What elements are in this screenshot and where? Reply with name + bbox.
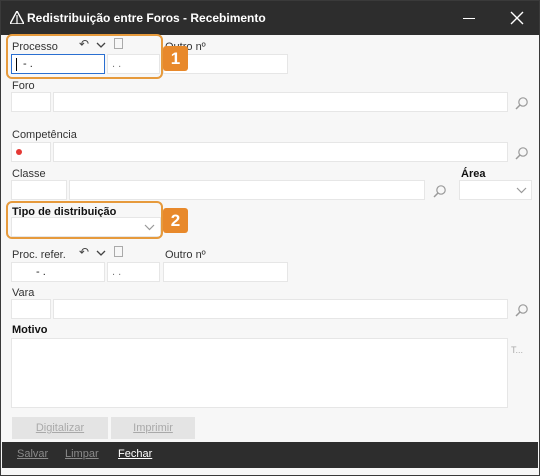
classe-label: Classe xyxy=(12,168,46,180)
competencia-name-input[interactable] xyxy=(53,142,508,162)
callout-box-1 xyxy=(6,34,163,79)
close-button[interactable] xyxy=(495,1,539,35)
vara-code-input[interactable] xyxy=(11,299,51,319)
vara-search-icon[interactable] xyxy=(515,303,529,317)
window-title: Redistribuição entre Foros - Recebimento xyxy=(27,11,266,25)
digitalizar-button[interactable]: Digitalizar xyxy=(12,417,108,439)
limpar-button[interactable]: Limpar xyxy=(65,448,99,460)
bottom-toolbar: Salvar Limpar Fechar xyxy=(2,442,538,468)
foro-search-icon[interactable] xyxy=(515,96,529,110)
motivo-textarea[interactable] xyxy=(11,338,508,408)
app-logo-icon xyxy=(10,11,24,24)
minimize-button[interactable] xyxy=(449,1,495,35)
area-select[interactable] xyxy=(459,180,532,200)
title-bar: Redistribuição entre Foros - Recebimento xyxy=(1,1,539,35)
proc-refer-undo-icon[interactable]: ↶ xyxy=(79,245,89,259)
vara-label: Vara xyxy=(12,287,35,299)
proc-refer-input[interactable]: - . xyxy=(11,262,105,282)
competencia-label: Competência xyxy=(12,129,77,141)
proc-refer-info-icon xyxy=(114,246,123,257)
close-icon xyxy=(510,11,524,25)
area-label: Área xyxy=(461,168,486,180)
salvar-button[interactable]: Salvar xyxy=(17,448,48,460)
foro-name-input[interactable] xyxy=(53,92,508,112)
classe-code-input[interactable] xyxy=(11,180,67,200)
imprimir-button[interactable]: Imprimir xyxy=(111,417,195,439)
competencia-code-input[interactable] xyxy=(11,142,51,162)
foro-label: Foro xyxy=(12,80,35,92)
proc-refer-chevron-down-icon[interactable] xyxy=(96,249,106,257)
classe-name-input[interactable] xyxy=(69,180,425,200)
callout-badge-2: 2 xyxy=(163,208,188,233)
redistribution-window: Redistribuição entre Foros - Recebimento… xyxy=(0,0,540,476)
proc-refer-suffix-input[interactable]: . . xyxy=(107,262,160,282)
required-dot xyxy=(16,149,22,155)
minimize-icon xyxy=(463,18,475,19)
fechar-button[interactable]: Fechar xyxy=(118,448,152,460)
callout-badge-1: 1 xyxy=(163,46,188,71)
vara-name-input[interactable] xyxy=(53,299,508,319)
outro2-label: Outro nº xyxy=(165,249,206,261)
foro-code-input[interactable] xyxy=(11,92,51,112)
classe-search-icon[interactable] xyxy=(433,184,447,198)
callout-box-2 xyxy=(6,201,163,239)
competencia-search-icon[interactable] xyxy=(515,146,529,160)
motivo-label: Motivo xyxy=(12,324,48,336)
outro2-input[interactable] xyxy=(163,262,288,282)
motivo-counter: T... xyxy=(511,345,524,355)
proc-refer-label: Proc. refer. xyxy=(12,249,66,261)
area-chevron-down-icon xyxy=(516,187,527,194)
